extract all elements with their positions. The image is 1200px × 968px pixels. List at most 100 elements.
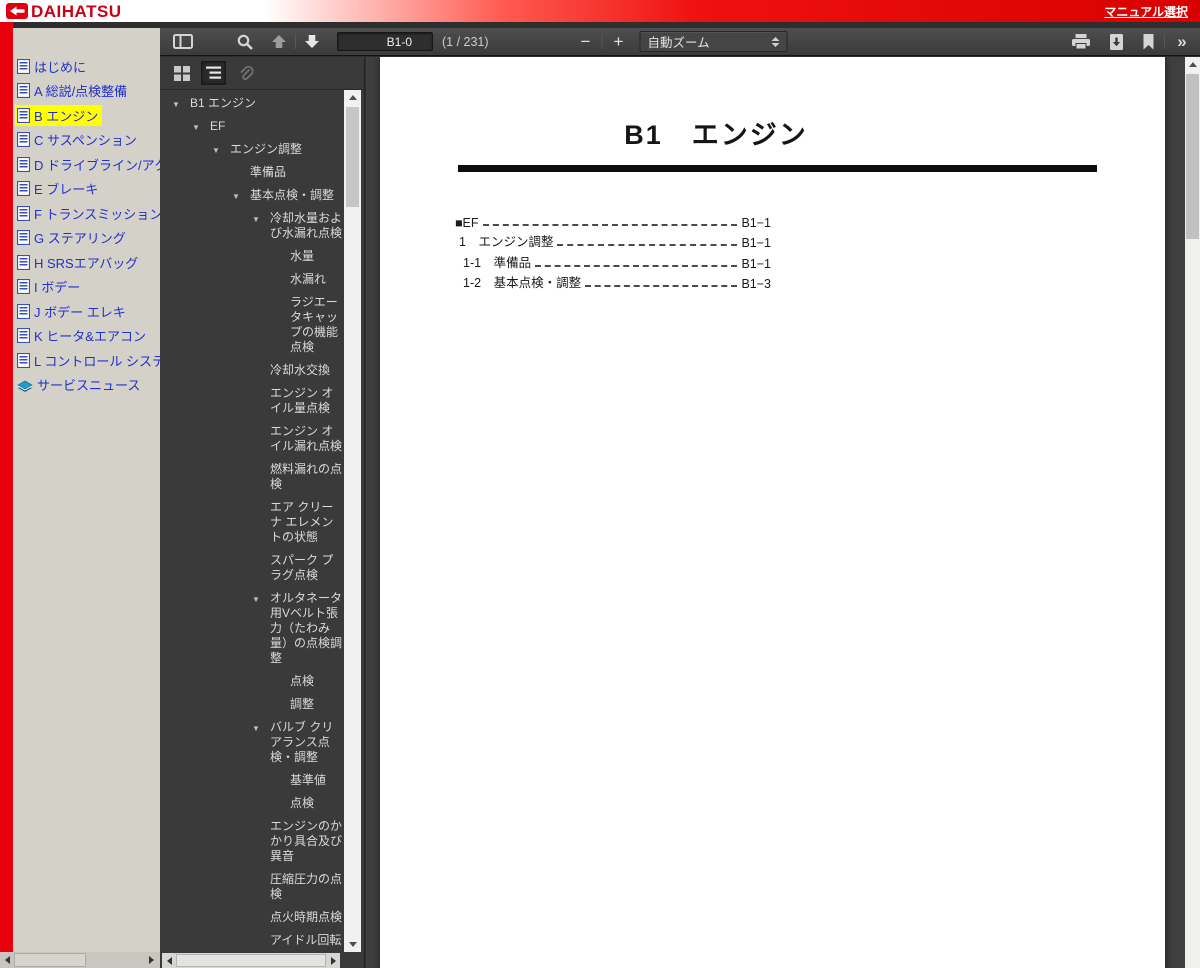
- sidebar-hscrollbar[interactable]: [0, 952, 160, 968]
- outline-item[interactable]: 冷却水交換: [160, 363, 343, 378]
- zoom-in-button[interactable]: +: [606, 30, 632, 54]
- sidebar-item-content: J ボデー エレキ: [15, 301, 130, 322]
- sidebar-item[interactable]: はじめに: [15, 54, 160, 79]
- outline-item[interactable]: 水量: [160, 249, 343, 264]
- scroll-thumb[interactable]: [14, 953, 86, 967]
- collapse-triangle-icon[interactable]: ▼: [252, 212, 260, 227]
- outline-item[interactable]: エンジン オイル量点検: [160, 386, 343, 416]
- outline-item[interactable]: 基準値: [160, 773, 343, 788]
- sidebar-item-content: サービスニュース: [15, 374, 144, 395]
- sidebar-item[interactable]: サービスニュース: [15, 373, 160, 398]
- scroll-thumb[interactable]: [1186, 74, 1199, 239]
- sidebar-item[interactable]: E ブレーキ: [15, 177, 160, 202]
- document-area: B1 エンジン ■EF B1−1 1 エンジン調整 B1−1 1-1 準備品 B1−1 1-…: [366, 57, 1185, 968]
- outline-hscrollbar[interactable]: [162, 953, 340, 968]
- sidebar-item[interactable]: G ステアリング: [15, 226, 160, 251]
- outline-item[interactable]: エア クリーナ エレメントの状態: [160, 500, 343, 545]
- outline-item[interactable]: 調整: [160, 697, 343, 712]
- outline-item[interactable]: ▼ 基本点検・調整: [160, 188, 343, 203]
- sidebar-item[interactable]: J ボデー エレキ: [15, 299, 160, 324]
- outline-item[interactable]: エンジンのかかり具合及び異音: [160, 819, 343, 864]
- sidebar-item[interactable]: D ドライブライン/アクスル: [15, 152, 160, 177]
- sidebar-item[interactable]: C サスペンション: [15, 128, 160, 153]
- outline-item[interactable]: 水漏れ: [160, 272, 343, 287]
- outline-item-label: スパーク プラグ点検: [270, 553, 334, 582]
- thumbnails-view-button[interactable]: [169, 61, 194, 85]
- outline-item[interactable]: 点検: [160, 674, 343, 689]
- scroll-down-icon[interactable]: [344, 937, 361, 952]
- sidebar-item-content: H SRSエアバッグ: [15, 252, 142, 273]
- search-button[interactable]: [232, 30, 258, 54]
- scroll-right-icon[interactable]: [144, 952, 158, 968]
- scroll-up-icon[interactable]: [344, 90, 361, 105]
- manual-select-link[interactable]: マニュアル選択: [1104, 3, 1188, 20]
- outline-item[interactable]: 点火時期点検: [160, 910, 343, 925]
- bookmark-icon: [1142, 33, 1155, 50]
- sidebar-item[interactable]: F トランスミッション: [15, 201, 160, 226]
- outline-item[interactable]: ラジエータキャップの機能点検: [160, 295, 343, 355]
- sidebar-toggle-button[interactable]: [170, 30, 196, 54]
- collapse-triangle-icon[interactable]: ▼: [252, 592, 260, 607]
- sidebar-item-content: F トランスミッション: [15, 203, 160, 224]
- outline-item[interactable]: 燃料漏れの点検: [160, 462, 343, 492]
- scroll-up-icon[interactable]: [1185, 57, 1200, 72]
- outline-item-label: 冷却水量および水漏れ点検: [270, 211, 343, 240]
- outline-item[interactable]: アイドル回転: [160, 933, 343, 948]
- scroll-left-icon[interactable]: [0, 952, 14, 968]
- outline-item[interactable]: 準備品: [160, 165, 343, 180]
- page-down-button[interactable]: [299, 30, 325, 54]
- outline-item-label: ラジエータキャップの機能点検: [290, 295, 339, 354]
- outline-item-label: オルタネータ用Vベルト張力（たわみ量）の点検調整: [270, 591, 343, 665]
- document-icon: [17, 254, 30, 270]
- outline-item-label: EF: [210, 119, 226, 133]
- outline-item[interactable]: 点検: [160, 796, 343, 811]
- attachments-view-button[interactable]: [233, 61, 258, 85]
- collapse-triangle-icon[interactable]: ▼: [232, 189, 240, 204]
- scroll-right-icon[interactable]: [326, 953, 340, 968]
- scroll-thumb[interactable]: [346, 107, 359, 207]
- collapse-triangle-icon[interactable]: ▼: [212, 143, 220, 158]
- sidebar-item-content: A 総説/点検整備: [15, 80, 131, 101]
- title-rule: [458, 165, 1097, 172]
- outline-item[interactable]: ▼ エンジン調整: [160, 142, 343, 157]
- page-up-button[interactable]: [266, 30, 292, 54]
- sidebar-item-label: E ブレーキ: [34, 182, 99, 198]
- outline-item[interactable]: ▼ オルタネータ用Vベルト張力（たわみ量）の点検調整: [160, 591, 343, 666]
- sidebar-item-label: G ステアリング: [34, 231, 126, 247]
- outline-item[interactable]: エンジン オイル漏れ点検: [160, 424, 343, 454]
- sidebar-item-label: サービスニュース: [37, 378, 141, 394]
- outline-item-label: 調整: [290, 697, 315, 711]
- outline-item[interactable]: スパーク プラグ点検: [160, 553, 343, 583]
- page-number-input[interactable]: [337, 32, 433, 51]
- bookmark-button[interactable]: [1135, 30, 1161, 54]
- sidebar-item[interactable]: H SRSエアバッグ: [15, 250, 160, 275]
- collapse-triangle-icon[interactable]: ▼: [172, 97, 180, 112]
- scroll-left-icon[interactable]: [162, 953, 176, 968]
- outline-item-label: 圧縮圧力の点検: [270, 872, 343, 901]
- sidebar-item[interactable]: B エンジン: [15, 103, 160, 128]
- download-button[interactable]: [1103, 30, 1129, 54]
- more-tools-button[interactable]: »: [1168, 30, 1194, 54]
- scroll-thumb[interactable]: [176, 954, 326, 967]
- outline-item[interactable]: ▼ EF: [160, 119, 343, 134]
- outline-item[interactable]: ▼ 冷却水量および水漏れ点検: [160, 211, 343, 241]
- outline-item[interactable]: 圧縮圧力の点検: [160, 872, 343, 902]
- outline-vscrollbar[interactable]: [344, 90, 361, 952]
- main-vscrollbar[interactable]: [1185, 57, 1200, 968]
- sidebar-item[interactable]: A 総説/点検整備: [15, 79, 160, 104]
- collapse-triangle-icon[interactable]: ▼: [192, 120, 200, 135]
- sidebar-item[interactable]: L コントロール システム: [15, 348, 160, 373]
- zoom-select[interactable]: 自動ズーム: [639, 31, 788, 52]
- sidebar-item-content: K ヒータ&エアコン: [15, 325, 150, 346]
- sidebar-item[interactable]: K ヒータ&エアコン: [15, 324, 160, 349]
- zoom-out-button[interactable]: −: [573, 30, 599, 54]
- toolbar-separator: [295, 34, 296, 49]
- outline-item-label: 点検: [290, 674, 315, 688]
- print-button[interactable]: [1068, 30, 1094, 54]
- sidebar-item[interactable]: I ボデー: [15, 275, 160, 300]
- outline-view-button[interactable]: [201, 61, 226, 85]
- collapse-triangle-icon[interactable]: ▼: [252, 721, 260, 736]
- outline-item[interactable]: ▼ バルブ クリアランス点検・調整: [160, 720, 343, 765]
- minus-icon: −: [580, 32, 591, 51]
- outline-item[interactable]: ▼ B1 エンジン: [160, 96, 343, 111]
